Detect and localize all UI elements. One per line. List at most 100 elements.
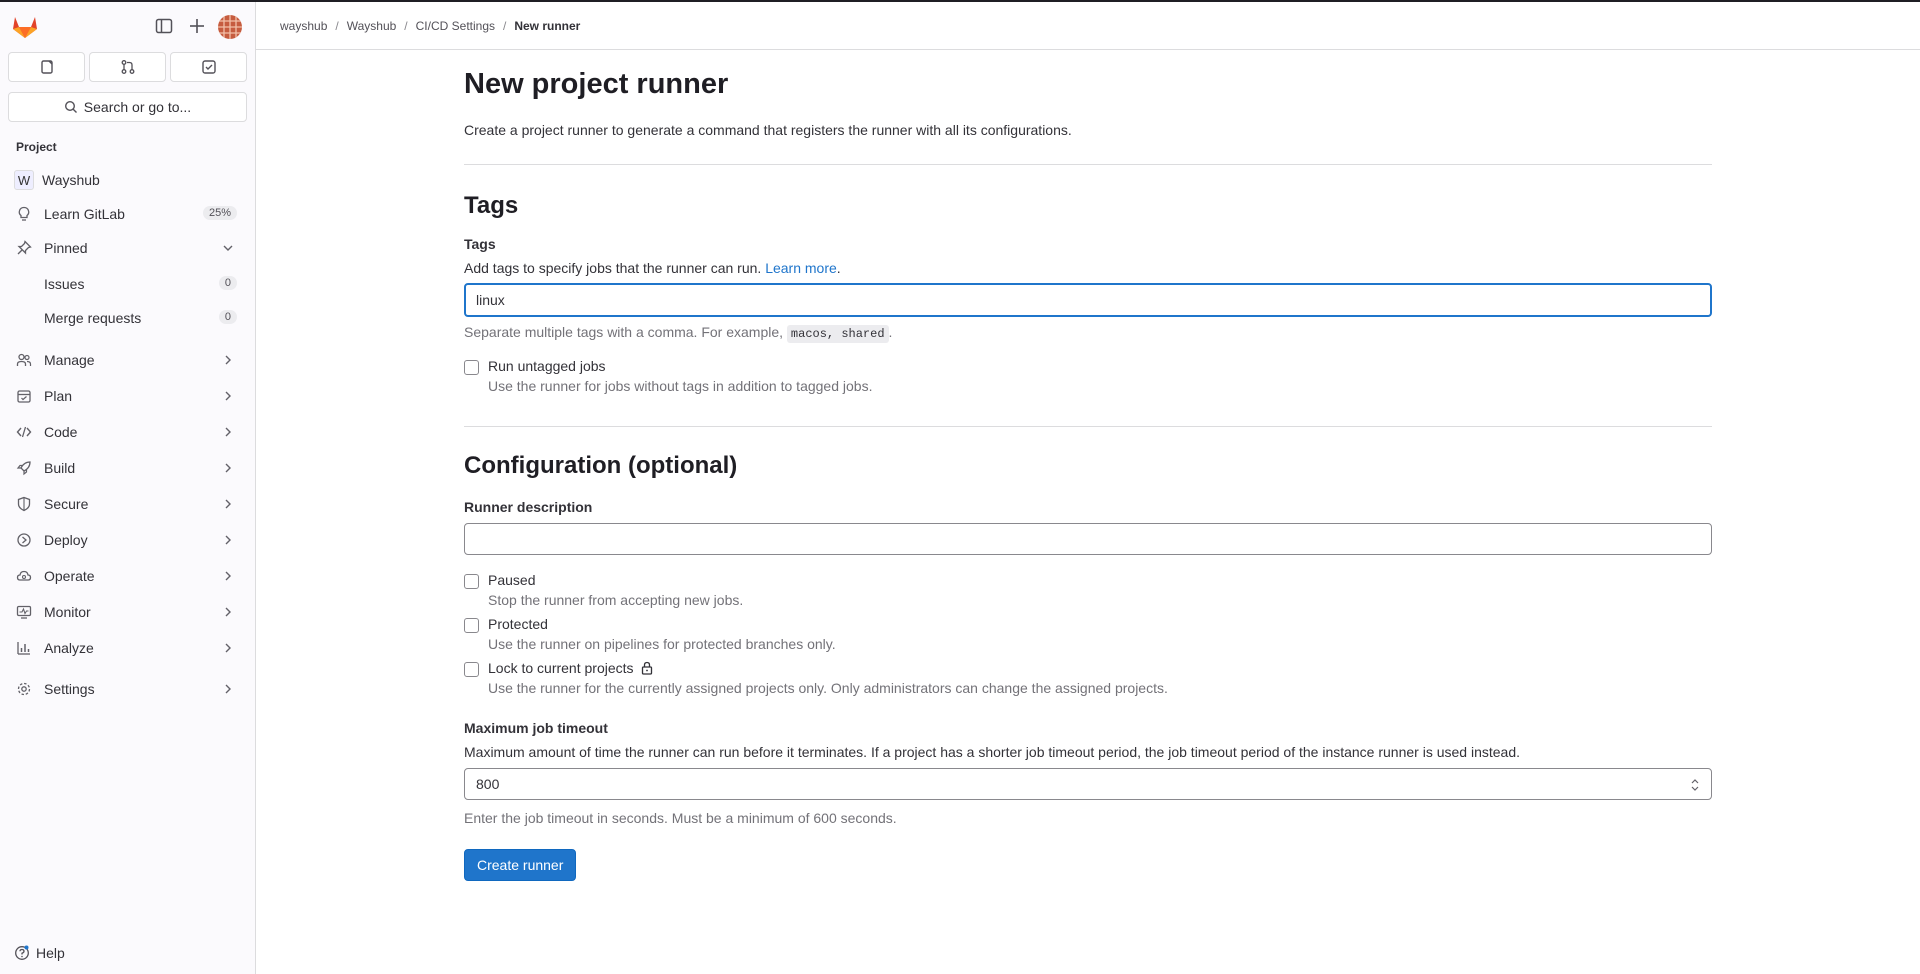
planning-icon <box>16 388 32 404</box>
sidebar-item-label: Secure <box>44 496 89 512</box>
protected-checkbox[interactable] <box>464 618 479 633</box>
help-icon <box>15 945 29 960</box>
breadcrumb-item-cicd-settings[interactable]: CI/CD Settings <box>416 19 495 33</box>
sidebar-item-issues[interactable]: Issues 0 <box>8 268 247 300</box>
breadcrumb-separator: / <box>404 19 408 33</box>
sidebar-quick-tabs <box>8 52 247 82</box>
progress-badge: 25% <box>202 206 237 220</box>
gitlab-logo-icon[interactable] <box>12 15 38 39</box>
lock-projects-label-row: Lock to current projects <box>488 660 1168 676</box>
shield-icon <box>16 496 32 512</box>
lock-projects-label[interactable]: Lock to current projects <box>488 660 634 676</box>
run-untagged-label[interactable]: Run untagged jobs <box>488 358 872 374</box>
sidebar-header <box>0 2 255 50</box>
sidebar-toggle-icon[interactable] <box>154 16 174 36</box>
merge-requests-tab-button[interactable] <box>89 52 166 82</box>
rocket-icon <box>16 460 32 476</box>
sidebar-item-label: Learn GitLab <box>44 206 125 222</box>
breadcrumb-separator: / <box>503 19 507 33</box>
lock-projects-checkbox-row: Lock to current projects Use the runner … <box>464 660 1168 696</box>
lock-projects-checkbox[interactable] <box>464 662 479 677</box>
breadcrumb-item-current[interactable]: New runner <box>514 19 580 33</box>
page-intro: Create a project runner to generate a co… <box>464 122 1072 138</box>
run-untagged-checkbox-row: Run untagged jobs Use the runner for job… <box>464 358 872 394</box>
sidebar-item-code[interactable]: Code <box>8 416 247 448</box>
run-untagged-checkbox[interactable] <box>464 360 479 375</box>
sidebar-item-label: Pinned <box>44 240 88 256</box>
merge-request-icon <box>121 60 134 74</box>
project-avatar: W <box>14 170 34 190</box>
sidebar-item-operate[interactable]: Operate <box>8 560 247 592</box>
count-badge: 0 <box>218 310 237 324</box>
divider <box>464 164 1712 165</box>
issues-icon <box>40 60 53 74</box>
user-avatar[interactable] <box>218 15 242 39</box>
create-runner-button[interactable]: Create runner <box>464 849 577 881</box>
sidebar-item-label: Operate <box>44 568 95 584</box>
protected-checkbox-row: Protected Use the runner on pipelines fo… <box>464 616 836 652</box>
period: . <box>888 324 893 340</box>
tags-help-prefix: Separate multiple tags with a comma. For… <box>464 324 784 340</box>
sidebar-item-build[interactable]: Build <box>8 452 247 484</box>
divider <box>464 426 1712 427</box>
sidebar-item-deploy[interactable]: Deploy <box>8 524 247 556</box>
bulb-icon <box>16 206 32 222</box>
protected-label[interactable]: Protected <box>488 616 836 632</box>
chevron-right-icon <box>225 391 231 401</box>
sidebar-item-label: Merge requests <box>44 310 142 326</box>
sidebar-item-merge-requests[interactable]: Merge requests 0 <box>8 302 247 334</box>
breadcrumb-item-group[interactable]: wayshub <box>280 19 327 33</box>
plus-icon[interactable] <box>187 16 207 36</box>
breadcrumb-separator: / <box>335 19 339 33</box>
breadcrumb: wayshub / Wayshub / CI/CD Settings / New… <box>280 19 580 33</box>
thumbtack-icon <box>16 240 32 256</box>
code-icon <box>16 424 32 440</box>
chevron-down-icon <box>223 245 233 251</box>
lock-icon <box>642 661 653 675</box>
sidebar-item-plan[interactable]: Plan <box>8 380 247 412</box>
tags-description-text: Add tags to specify jobs that the runner… <box>464 260 762 276</box>
timeout-help-text: Enter the job timeout in seconds. Must b… <box>464 810 897 826</box>
chevron-right-icon <box>225 427 231 437</box>
tags-input-value: linux <box>476 292 505 308</box>
learn-more-link[interactable]: Learn more <box>765 260 837 276</box>
runner-description-input[interactable] <box>464 523 1712 555</box>
sidebar-item-project[interactable]: W Wayshub <box>8 164 247 196</box>
tags-help-text: Separate multiple tags with a comma. For… <box>464 324 893 343</box>
runner-description-label: Runner description <box>464 499 593 515</box>
tags-section-heading: Tags <box>464 192 519 219</box>
page-title: New project runner <box>464 68 729 100</box>
tags-label: Tags <box>464 236 496 252</box>
run-untagged-help: Use the runner for jobs without tags in … <box>488 378 873 394</box>
chevron-right-icon <box>225 607 231 617</box>
number-spinner-icon[interactable] <box>1689 776 1701 794</box>
sidebar-item-analyze[interactable]: Analyze <box>8 632 247 664</box>
todos-tab-button[interactable] <box>170 52 247 82</box>
gear-icon <box>16 681 32 697</box>
timeout-description: Maximum amount of time the runner can ru… <box>464 744 1521 760</box>
search-icon <box>64 100 77 113</box>
sidebar-item-learn-gitlab[interactable]: Learn GitLab 25% <box>8 198 247 230</box>
sidebar-item-label: Manage <box>44 352 95 368</box>
sidebar-item-monitor[interactable]: Monitor <box>8 596 247 628</box>
sidebar-item-manage[interactable]: Manage <box>8 344 247 376</box>
help-button[interactable]: Help <box>14 945 65 961</box>
sidebar-item-settings[interactable]: Settings <box>8 673 247 705</box>
chevron-right-icon <box>225 643 231 653</box>
paused-checkbox[interactable] <box>464 574 479 589</box>
issues-tab-button[interactable] <box>8 52 85 82</box>
timeout-input-value: 800 <box>476 776 500 792</box>
search-button[interactable]: Search or go to... <box>8 92 247 122</box>
chevron-right-icon <box>225 535 231 545</box>
paused-label[interactable]: Paused <box>488 572 743 588</box>
todo-checkbox-icon <box>201 60 216 74</box>
top-bar: wayshub / Wayshub / CI/CD Settings / New… <box>256 2 1920 50</box>
sidebar-item-pinned[interactable]: Pinned <box>8 232 247 264</box>
timeout-input[interactable]: 800 <box>464 768 1712 800</box>
chevron-right-icon <box>225 355 231 365</box>
breadcrumb-item-project[interactable]: Wayshub <box>347 19 397 33</box>
sidebar-item-label: Code <box>44 424 78 440</box>
tags-input[interactable]: linux <box>464 283 1712 317</box>
chart-icon <box>16 640 32 656</box>
sidebar-item-secure[interactable]: Secure <box>8 488 247 520</box>
